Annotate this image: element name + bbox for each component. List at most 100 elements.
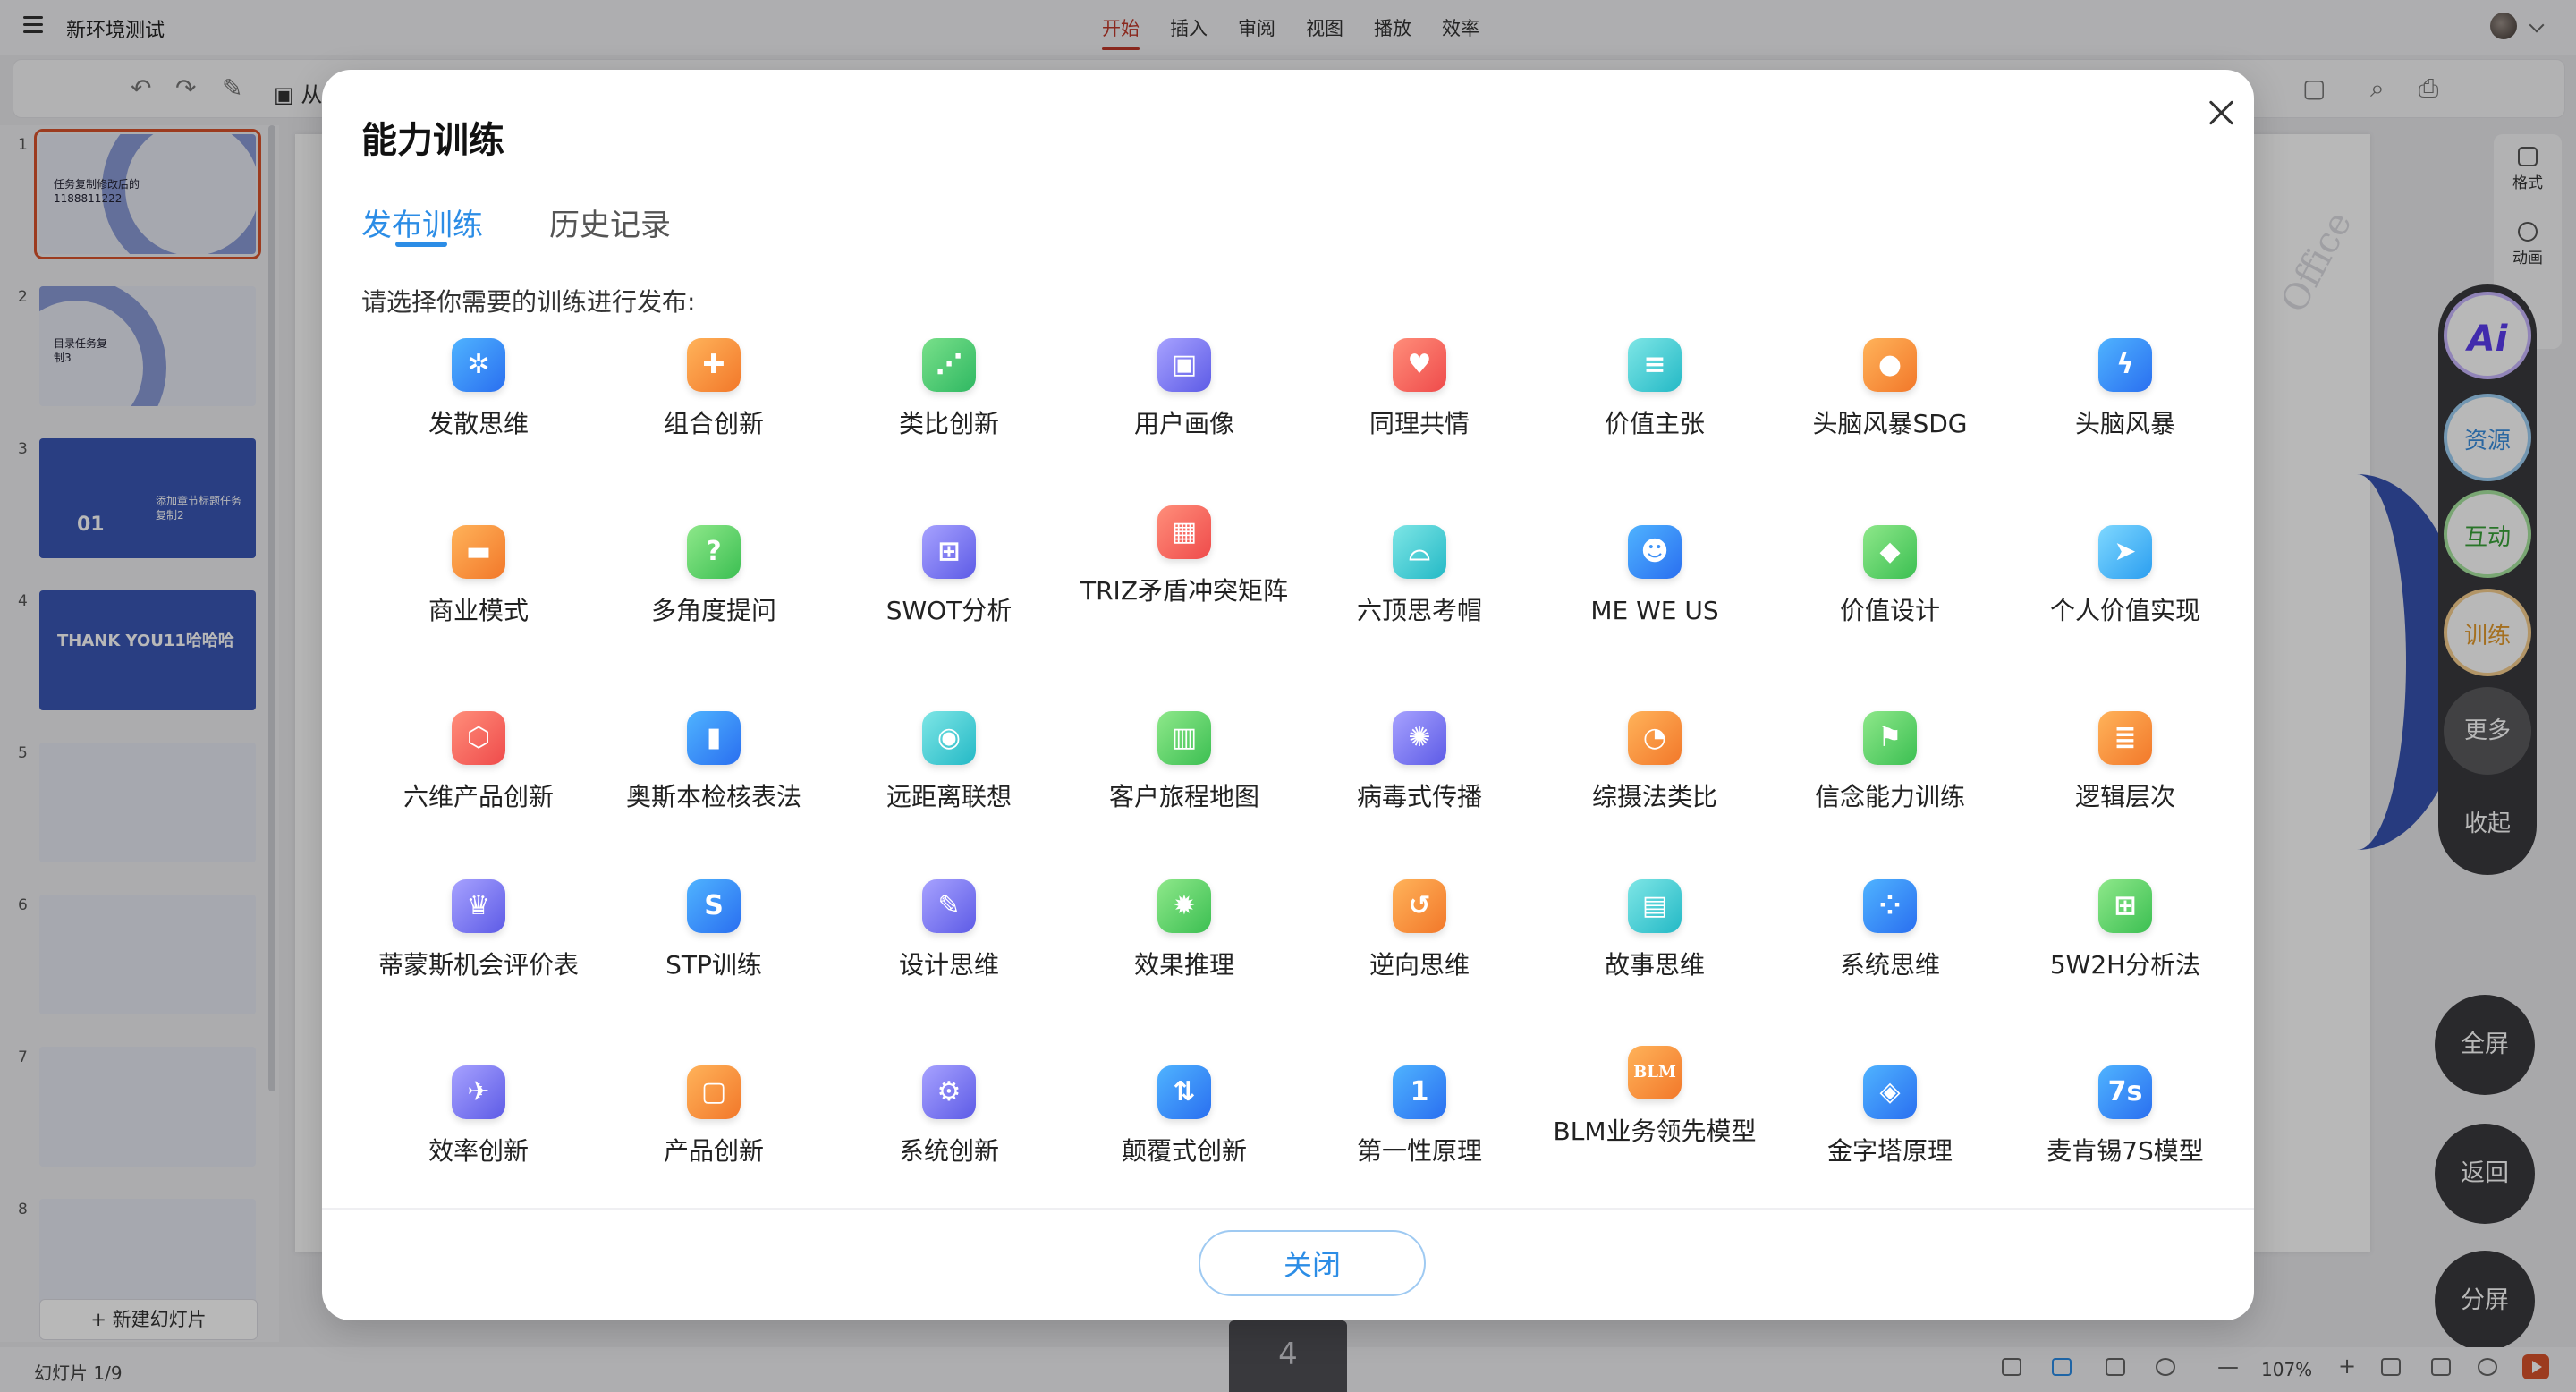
- database-icon: ≡: [1628, 338, 1682, 392]
- puzzle-icon: ✚: [687, 338, 741, 392]
- training-item-label: 产品创新: [663, 1136, 764, 1166]
- briefcase-icon: ▬: [452, 525, 505, 579]
- training-item[interactable]: ➤ 个人价值实现: [2008, 525, 2242, 629]
- blm-badge-icon: BLM: [1628, 1046, 1682, 1099]
- training-item[interactable]: 1 第一性原理: [1302, 1065, 1537, 1169]
- training-item[interactable]: ♛ 蒂蒙斯机会评价表: [361, 879, 596, 983]
- training-item[interactable]: ◈ 金字塔原理: [1773, 1065, 2007, 1169]
- training-item-label: 蒂蒙斯机会评价表: [377, 950, 579, 980]
- box-icon: ▢: [687, 1065, 741, 1119]
- ability-training-dialog: 能力训练 发布训练 历史记录 请选择你需要的训练进行发布: ✲ 发散思维 ✚ 组合创新…: [322, 70, 2254, 1320]
- training-item[interactable]: ✲ 发散思维: [361, 338, 596, 442]
- training-item[interactable]: 7s 麦肯锡7S模型: [2008, 1065, 2242, 1169]
- training-item-label: BLM业务领先模型: [1553, 1116, 1757, 1146]
- training-item[interactable]: ▮ 奥斯本检核表法: [597, 711, 831, 815]
- location-pin-icon: ◉: [922, 711, 976, 765]
- training-item-label: SWOT分析: [886, 596, 1013, 625]
- training-item[interactable]: ⁘ 系统思维: [1773, 879, 2007, 983]
- training-item[interactable]: ⌓ 六顶思考帽: [1302, 525, 1537, 629]
- training-item[interactable]: ✎ 设计思维: [832, 879, 1066, 983]
- training-item-label: 麦肯锡7S模型: [2046, 1136, 2204, 1166]
- seven-s-icon: 7s: [2098, 1065, 2152, 1119]
- network-icon: ✲: [452, 338, 505, 392]
- training-item-label: 六维产品创新: [402, 782, 554, 811]
- training-item-label: 信念能力训练: [1814, 782, 1965, 811]
- training-item-label: 第一性原理: [1356, 1136, 1482, 1166]
- training-item[interactable]: ? 多角度提问: [597, 525, 831, 629]
- training-item-label: 多角度提问: [650, 596, 776, 625]
- training-item[interactable]: ◔ 综摄法类比: [1538, 711, 1772, 815]
- training-item-label: 金字塔原理: [1826, 1136, 1953, 1166]
- ruler-pencil-icon: ✎: [922, 879, 976, 933]
- training-item[interactable]: ▤ 故事思维: [1538, 879, 1772, 983]
- training-item[interactable]: ✹ 效果推理: [1067, 879, 1301, 983]
- user-card-icon: ▣: [1157, 338, 1211, 392]
- letter-s-icon: S: [687, 879, 741, 933]
- flag-icon: ⚑: [1863, 711, 1917, 765]
- layers-icon: ≣: [2098, 711, 2152, 765]
- tab-history[interactable]: 历史记录: [549, 200, 671, 244]
- training-item[interactable]: ⚑ 信念能力训练: [1773, 711, 2007, 815]
- training-item[interactable]: S STP训练: [597, 879, 831, 983]
- lightbulb-icon: ✹: [1157, 879, 1211, 933]
- bulb-icon: ●: [1863, 338, 1917, 392]
- training-item[interactable]: ✺ 病毒式传播: [1302, 711, 1537, 815]
- training-item[interactable]: ◆ 价值设计: [1773, 525, 2007, 629]
- active-tab-indicator: [395, 242, 447, 247]
- training-item-label: 逆向思维: [1368, 950, 1470, 980]
- bolt-icon: ϟ: [2098, 338, 2152, 392]
- training-item[interactable]: ◉ 远距离联想: [832, 711, 1066, 815]
- hat-icon: ⌓: [1393, 525, 1446, 579]
- number-one-icon: 1: [1393, 1065, 1446, 1119]
- training-item-label: 奥斯本检核表法: [625, 782, 801, 811]
- training-item[interactable]: ✚ 组合创新: [597, 338, 831, 442]
- four-squares-icon: ⁘: [1863, 879, 1917, 933]
- training-item[interactable]: ♥ 同理共情: [1302, 338, 1537, 442]
- training-item[interactable]: ⋰ 类比创新: [832, 338, 1066, 442]
- training-item[interactable]: ● 头脑风暴SDG: [1773, 338, 2007, 442]
- training-item[interactable]: ✈ 效率创新: [361, 1065, 596, 1169]
- training-item-label: 综摄法类比: [1591, 782, 1717, 811]
- training-item-label: ME WE US: [1590, 596, 1719, 625]
- training-item[interactable]: ▬ 商业模式: [361, 525, 596, 629]
- close-icon[interactable]: [2202, 93, 2241, 132]
- training-item[interactable]: ↺ 逆向思维: [1302, 879, 1537, 983]
- pie-chart-icon: ◔: [1628, 711, 1682, 765]
- training-item-label: 5W2H分析法: [2049, 950, 2201, 980]
- training-item[interactable]: ⇅ 颠覆式创新: [1067, 1065, 1301, 1169]
- training-item-label: 用户画像: [1133, 409, 1234, 438]
- crown-chart-icon: ♛: [452, 879, 505, 933]
- training-item-label: 客户旅程地图: [1108, 782, 1259, 811]
- training-item[interactable]: ≡ 价值主张: [1538, 338, 1772, 442]
- training-item-label: 效果推理: [1133, 950, 1234, 980]
- question-icon: ?: [687, 525, 741, 579]
- training-item-label: 头脑风暴SDG: [1812, 409, 1968, 438]
- training-item[interactable]: ▣ 用户画像: [1067, 338, 1301, 442]
- training-item[interactable]: ▥ 客户旅程地图: [1067, 711, 1301, 815]
- training-item[interactable]: BLM BLM业务领先模型: [1538, 1046, 1772, 1150]
- training-item[interactable]: ⊞ SWOT分析: [832, 525, 1066, 629]
- footer-divider: [322, 1208, 2254, 1210]
- training-item-label: 效率创新: [428, 1136, 529, 1166]
- tab-publish-training[interactable]: 发布训练: [361, 200, 483, 244]
- hexagon-icon: ⬡: [452, 711, 505, 765]
- training-item-label: 发散思维: [428, 409, 529, 438]
- virus-icon: ✺: [1393, 711, 1446, 765]
- training-item[interactable]: ▢ 产品创新: [597, 1065, 831, 1169]
- training-item[interactable]: ☻ ME WE US: [1538, 525, 1772, 629]
- reverse-arrow-icon: ↺: [1393, 879, 1446, 933]
- training-item[interactable]: ⬡ 六维产品创新: [361, 711, 596, 815]
- training-item-label: 商业模式: [428, 596, 529, 625]
- training-item-label: 远距离联想: [886, 782, 1012, 811]
- training-item[interactable]: ≣ 逻辑层次: [2008, 711, 2242, 815]
- training-item[interactable]: ϟ 头脑风暴: [2008, 338, 2242, 442]
- training-item[interactable]: ⊞ 5W2H分析法: [2008, 879, 2242, 983]
- training-item[interactable]: ▦ TRIZ矛盾冲突矩阵: [1067, 505, 1301, 609]
- training-item[interactable]: ⚙ 系统创新: [832, 1065, 1066, 1169]
- diamond-icon: ◆: [1863, 525, 1917, 579]
- tiles-icon: ⊞: [2098, 879, 2152, 933]
- nodes-icon: ⋰: [922, 338, 976, 392]
- dialog-title: 能力训练: [361, 120, 504, 161]
- close-button[interactable]: 关闭: [1199, 1230, 1426, 1296]
- swot-grid-icon: ⊞: [922, 525, 976, 579]
